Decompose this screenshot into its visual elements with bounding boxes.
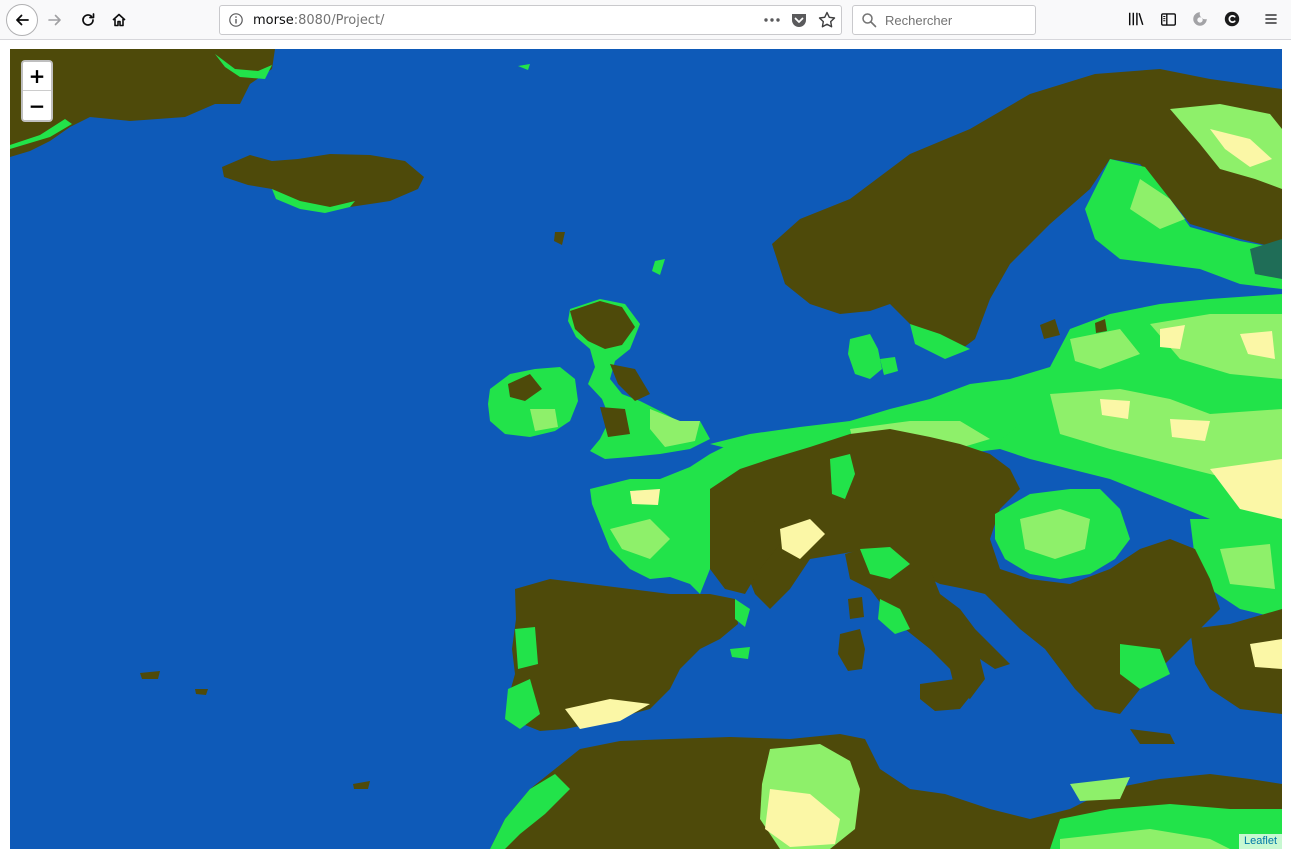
- zoom-out-button[interactable]: −: [23, 91, 51, 120]
- zoom-in-button[interactable]: +: [23, 62, 51, 91]
- extension-icon: [1193, 12, 1207, 26]
- info-icon[interactable]: [228, 12, 244, 28]
- bookmark-star-icon[interactable]: [817, 10, 837, 30]
- reload-button[interactable]: [73, 5, 103, 35]
- map[interactable]: + − Leaflet: [10, 49, 1282, 849]
- forward-button[interactable]: [40, 5, 70, 35]
- zoom-control: + −: [21, 60, 53, 122]
- hamburger-icon: [1265, 14, 1277, 24]
- reload-icon: [82, 13, 95, 26]
- extension-button[interactable]: [1189, 8, 1211, 30]
- sidebar-icon: [1160, 12, 1176, 26]
- browser-toolbar: morse:8080/Project/ Rechercher: [0, 0, 1291, 40]
- search-bar[interactable]: Rechercher: [852, 5, 1036, 35]
- elevation-map-tiles[interactable]: [10, 49, 1282, 849]
- menu-button[interactable]: [1260, 8, 1282, 30]
- library-icon: [1128, 12, 1144, 26]
- arrow-right-icon: [48, 14, 61, 26]
- back-button[interactable]: [6, 4, 38, 36]
- attribution-link[interactable]: Leaflet: [1238, 834, 1282, 849]
- url-bar[interactable]: morse:8080/Project/: [219, 5, 842, 35]
- sidebar-toggle-button[interactable]: [1157, 8, 1179, 30]
- account-extension-button[interactable]: [1221, 8, 1243, 30]
- c-circle-icon: [1224, 11, 1240, 27]
- url-path: :8080/Project/: [293, 13, 385, 28]
- home-button[interactable]: [104, 5, 134, 35]
- arrow-left-icon: [16, 14, 29, 26]
- pocket-icon[interactable]: [790, 11, 808, 29]
- search-placeholder: Rechercher: [885, 13, 953, 28]
- page-actions-icon[interactable]: [761, 9, 783, 31]
- url-host: morse: [253, 13, 294, 28]
- url-text[interactable]: morse:8080/Project/: [253, 12, 384, 29]
- library-button[interactable]: [1125, 8, 1147, 30]
- search-icon: [862, 13, 877, 28]
- home-icon: [112, 13, 126, 27]
